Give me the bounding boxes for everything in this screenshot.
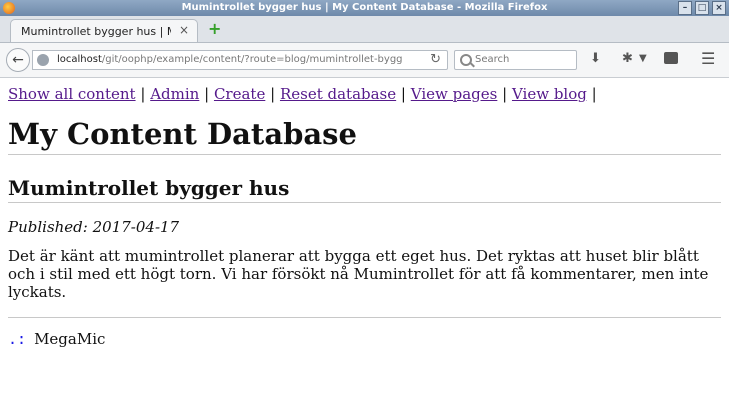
nav-separator: | [204, 85, 210, 103]
page-content: Show all content | Admin | Create | Rese… [8, 84, 721, 349]
back-arrow-icon: ← [12, 52, 24, 68]
close-window-icon[interactable]: × [712, 1, 726, 15]
nav-link-view-pages[interactable]: View pages [411, 85, 498, 103]
nav-separator: | [400, 85, 406, 103]
tab-title: Mumintrollet bygger hus | M... [21, 25, 171, 38]
nav-separator: | [591, 85, 597, 103]
search-icon [460, 54, 472, 66]
window-title: Mumintrollet bygger hus | My Content Dat… [181, 2, 548, 13]
chevron-down-icon[interactable]: ▼ [639, 53, 647, 64]
screen-icon[interactable] [664, 52, 678, 64]
url-text[interactable]: localhost/git/oophp/example/content/?rou… [57, 54, 407, 65]
content-nav: Show all content | Admin | Create | Rese… [8, 84, 721, 104]
published-date: Published: 2017-04-17 [8, 218, 180, 236]
firefox-icon [3, 2, 15, 14]
tab-strip: Mumintrollet bygger hus | M... × + [0, 16, 729, 43]
search-placeholder: Search [475, 54, 510, 65]
nav-separator: | [140, 85, 146, 103]
footer: .: MegaMic [8, 329, 721, 349]
back-button[interactable]: ← [6, 48, 30, 72]
post-title: Mumintrollet bygger hus [8, 175, 721, 203]
nav-link-reset-database[interactable]: Reset database [280, 85, 396, 103]
url-path: /git/oophp/example/content/?route=blog/m… [101, 54, 403, 65]
post-body: Det är känt att mumintrollet planerar at… [8, 247, 709, 301]
nav-separator: | [270, 85, 276, 103]
nav-toolbar: ← localhost/git/oophp/example/content/?r… [0, 43, 729, 78]
nav-link-create[interactable]: Create [214, 85, 265, 103]
menu-icon[interactable]: ☰ [701, 49, 715, 68]
reload-icon[interactable]: ↻ [430, 52, 441, 67]
extension-icon[interactable]: ✱ [622, 51, 633, 66]
nav-link-show-all-content[interactable]: Show all content [8, 85, 136, 103]
nav-link-admin[interactable]: Admin [150, 85, 199, 103]
minimize-icon[interactable]: – [678, 1, 692, 15]
site-title: My Content Database [8, 116, 721, 155]
nav-link-view-blog[interactable]: View blog [512, 85, 587, 103]
footer-divider [8, 317, 721, 318]
url-host: localhost [57, 54, 102, 65]
search-bar[interactable]: Search [454, 50, 577, 70]
window-controls: – □ × [678, 1, 726, 15]
maximize-icon[interactable]: □ [695, 1, 709, 15]
tab-close-icon[interactable]: × [179, 23, 189, 37]
globe-icon [37, 54, 49, 66]
window-titlebar: Mumintrollet bygger hus | My Content Dat… [0, 0, 729, 16]
nav-separator: | [502, 85, 508, 103]
download-icon[interactable]: ⬇ [590, 51, 601, 66]
tab-active[interactable]: Mumintrollet bygger hus | M... × [10, 19, 198, 42]
new-tab-icon[interactable]: + [208, 21, 221, 37]
url-bar[interactable]: localhost/git/oophp/example/content/?rou… [32, 50, 448, 70]
footer-text: MegaMic [34, 330, 106, 348]
footer-dots: .: [8, 330, 27, 348]
